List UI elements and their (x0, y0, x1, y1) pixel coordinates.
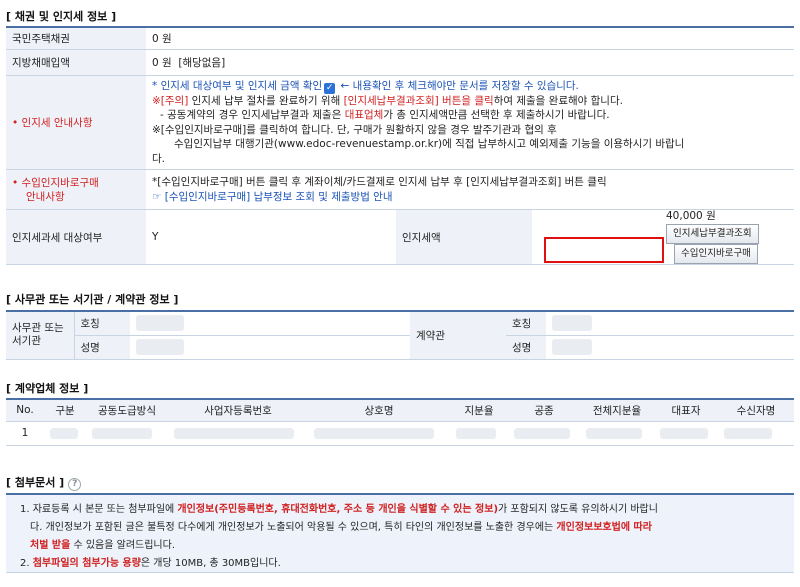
attach-notice: 1. 자료등록 시 본문 또는 첨부파일에 개인정보(주민등록번호, 휴대전화번… (6, 493, 794, 573)
taxable-label: 인지세과세 대상여부 (6, 209, 146, 265)
stamp-amount-value: 40,000 원 (666, 210, 716, 222)
bond-info-table: 국민주택채권 0 원 지방채매입액 0 원 [해당없음] • 인지세 안내사항 … (6, 26, 794, 265)
officer-title-label: 호칭 (73, 311, 130, 336)
officer-name-label: 성명 (73, 335, 130, 360)
col-biz-number: 사업자등록번호 (168, 399, 308, 422)
section-title-contractor: [ 계약업체 정보 ] (6, 382, 89, 395)
contract-officer-title-value (546, 311, 794, 336)
taxable-value: Y (146, 209, 396, 265)
confirm-checkbox[interactable]: ✓ (324, 82, 336, 94)
stamp-buy-notice-label: • 수입인지바로구매 안내사항 (6, 169, 146, 210)
national-bond-value: 0 원 (146, 27, 794, 50)
col-ceo: 대표자 (654, 399, 718, 422)
section-title-office: [ 사무관 또는 서기관 / 계약관 정보 ] (6, 293, 179, 306)
stamp-amount-label: 인지세액 (396, 209, 532, 265)
contract-officer-title-label: 호칭 (506, 311, 546, 336)
col-share: 지분율 (450, 399, 508, 422)
col-no: No. (6, 399, 44, 422)
help-icon[interactable]: ? (68, 478, 82, 491)
local-bond-value: 0 원 [해당없음] (146, 49, 794, 76)
contract-officer-name-label: 성명 (506, 335, 546, 360)
col-receiver: 수신자명 (718, 399, 794, 422)
col-work-type: 공종 (508, 399, 580, 422)
contract-officer-label: 계약관 (410, 311, 506, 360)
col-type: 구분 (44, 399, 86, 422)
contractor-table: No. 구분 공동도급방식 사업자등록번호 상호명 지분율 공종 전체지분율 대… (6, 398, 794, 446)
section-title-attach: [ 첨부문서 ]? (6, 474, 82, 491)
row-no: 1 (6, 421, 44, 446)
stamp-notice-label: • 인지세 안내사항 (6, 75, 146, 170)
stamp-notice-content: * 인지세 대상여부 및 인지세 금액 확인 ✓ ← 내용확인 후 체크해야만 문… (146, 75, 794, 170)
officer-title-value (130, 311, 410, 336)
section-title-bond: [ 채권 및 인지세 정보 ] (6, 10, 117, 23)
stamp-result-button[interactable]: 인지세납부결과조회 (666, 224, 759, 244)
national-bond-label: 국민주택채권 (6, 27, 146, 50)
stamp-buy-button[interactable]: 수입인지바로구매 (674, 244, 758, 264)
stamp-buy-guide-link[interactable]: ☞ [수입인지바로구매] 납부정보 조회 및 제출방법 안내 (152, 190, 788, 205)
highlight-box (544, 237, 664, 263)
col-joint-method: 공동도급방식 (86, 399, 168, 422)
contract-officer-name-value (546, 335, 794, 360)
officer-label: 사무관 또는 서기관 (6, 311, 74, 360)
stamp-buy-notice-content: *[수입인지바로구매] 버튼 클릭 후 계좌이체/카드결제로 인지세 납부 후 … (146, 169, 794, 210)
office-info-table: 사무관 또는 서기관 호칭 계약관 호칭 성명 성명 (6, 310, 794, 360)
local-bond-label: 지방채매입액 (6, 49, 146, 76)
col-total-share: 전체지분율 (580, 399, 654, 422)
link-icon: ☞ (152, 190, 165, 203)
col-company: 상호명 (308, 399, 450, 422)
table-row[interactable]: 1 (6, 421, 794, 446)
officer-name-value (130, 335, 410, 360)
